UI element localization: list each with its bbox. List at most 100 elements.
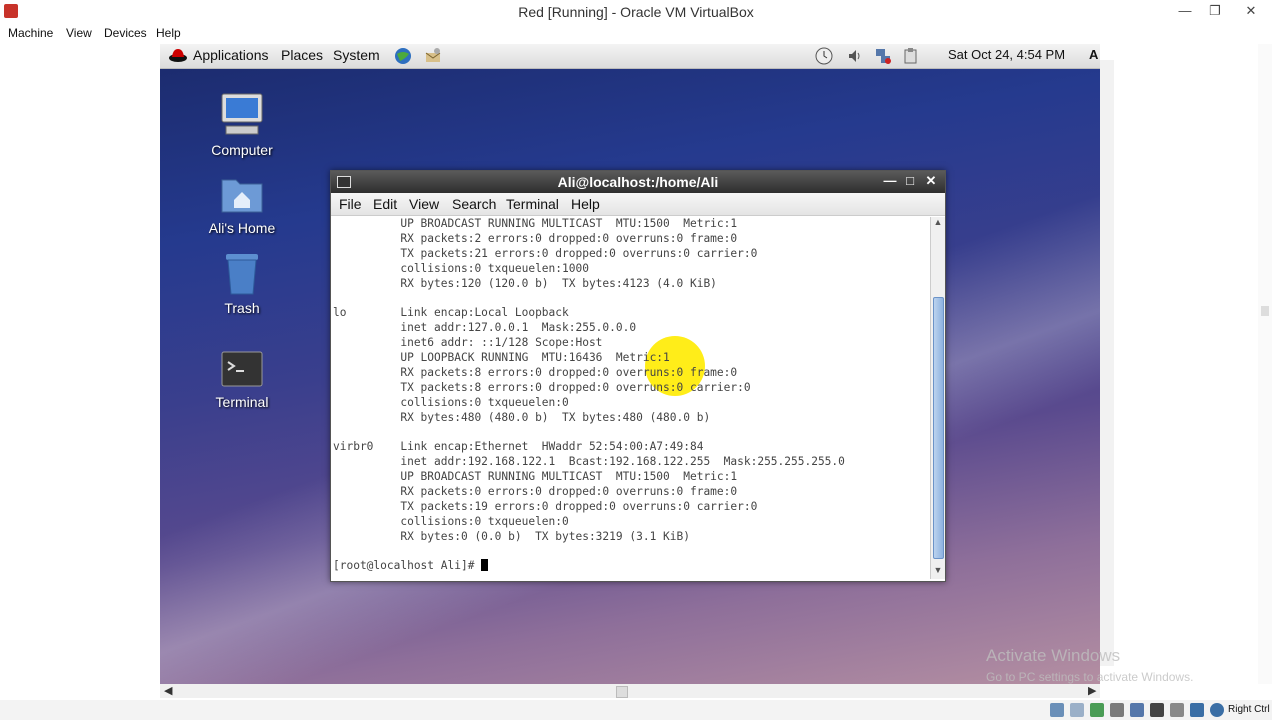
places-menu[interactable]: Places [281, 47, 323, 63]
terminal-line: RX bytes:480 (480.0 b) TX bytes:480 (480… [333, 410, 711, 424]
terminal-line: UP BROADCAST RUNNING MULTICAST MTU:1500 … [333, 217, 738, 230]
restore-button[interactable]: ❐ [1200, 1, 1230, 21]
terminal-menu-edit[interactable]: Edit [373, 196, 397, 212]
keyboard-indicator[interactable]: A [1089, 47, 1098, 62]
minimize-button[interactable]: — [1170, 1, 1200, 21]
terminal-line: RX bytes:0 (0.0 b) TX bytes:3219 (3.1 Ki… [333, 529, 690, 543]
desktop-icon-label: Terminal [215, 394, 269, 410]
mouse-integration-icon[interactable] [1210, 703, 1224, 717]
terminal-title: Ali@localhost:/home/Ali [557, 174, 719, 190]
terminal-menu-search[interactable]: Search [452, 196, 496, 212]
applications-menu[interactable]: Applications [193, 47, 269, 63]
volume-icon[interactable] [846, 47, 864, 65]
menu-view[interactable]: View [66, 26, 92, 40]
activate-watermark-sub: Go to PC settings to activate Windows. [986, 670, 1194, 684]
window-title: Red [Running] - Oracle VM VirtualBox [518, 4, 754, 20]
hard-disk-icon[interactable] [1050, 703, 1064, 717]
host-horizontal-scrollbar[interactable]: ◀ ▶ [160, 684, 1100, 698]
terminal-close-button[interactable]: ✕ [922, 173, 940, 189]
panel-clock[interactable]: Sat Oct 24, 4:54 PM [948, 47, 1065, 62]
recording-icon[interactable] [1170, 703, 1184, 717]
terminal-line: lo Link encap:Local Loopback [333, 306, 569, 320]
terminal-line: TX packets:21 errors:0 dropped:0 overrun… [333, 246, 758, 260]
cpu-icon[interactable] [1190, 703, 1204, 717]
host-menu-bar: Machine View Devices Help [0, 24, 1272, 44]
terminal-line: RX packets:0 errors:0 dropped:0 overruns… [333, 485, 738, 499]
menu-devices[interactable]: Devices [104, 26, 147, 40]
terminal-line: UP LOOPBACK RUNNING MTU:16436 Metric:1 [333, 351, 670, 365]
terminal-prompt: [root@localhost Ali]# [333, 559, 482, 573]
terminal-menu-file[interactable]: File [339, 196, 362, 212]
terminal-menu-terminal[interactable]: Terminal [506, 196, 559, 212]
terminal-line: UP BROADCAST RUNNING MULTICAST MTU:1500 … [333, 470, 738, 484]
terminal-line: RX bytes:120 (120.0 b) TX bytes:4123 (4.… [333, 276, 717, 290]
terminal-line: inet6 addr: ::1/128 Scope:Host [333, 336, 603, 350]
terminal-title-bar[interactable]: Ali@localhost:/home/Ali — □ ✕ [331, 171, 945, 193]
terminal-line: inet addr:127.0.0.1 Mask:255.0.0.0 [333, 321, 637, 335]
desktop-icon-home[interactable]: Ali's Home [192, 172, 292, 236]
terminal-line: collisions:0 txqueuelen:0 [333, 514, 569, 528]
terminal-minimize-button[interactable]: — [881, 173, 899, 188]
hscroll-thumb[interactable] [616, 686, 628, 698]
gnome-top-panel: Applications Places System Sat Oct 24, 4… [160, 44, 1100, 69]
usb-icon[interactable] [1090, 703, 1104, 717]
terminal-line: RX packets:2 errors:0 dropped:0 overruns… [333, 231, 738, 245]
display-icon[interactable] [1150, 703, 1164, 717]
terminal-icon [221, 351, 263, 387]
clipboard-icon[interactable] [902, 47, 920, 65]
scroll-right-arrow-icon[interactable]: ▶ [1088, 684, 1096, 697]
menu-help[interactable]: Help [156, 26, 181, 40]
home-folder-icon [221, 179, 263, 213]
terminal-window[interactable]: Ali@localhost:/home/Ali — □ ✕ File Edit … [330, 170, 946, 582]
desktop-icon-label: Ali's Home [208, 220, 276, 236]
terminal-scrollbar[interactable]: ▲ ▼ [930, 217, 945, 579]
scrollbar-thumb[interactable] [933, 297, 944, 559]
guest-screen[interactable]: Applications Places System Sat Oct 24, 4… [160, 44, 1100, 684]
network-icon[interactable] [874, 47, 892, 65]
desktop-icon-label: Trash [224, 300, 260, 316]
optical-drive-icon[interactable] [1070, 703, 1084, 717]
terminal-line: inet addr:192.168.122.1 Bcast:192.168.12… [333, 455, 845, 469]
shared-folder-icon[interactable] [1110, 703, 1124, 717]
terminal-line: virbr0 Link encap:Ethernet HWaddr 52:54:… [333, 440, 704, 454]
desktop-icon-computer[interactable]: Computer [192, 90, 292, 158]
terminal-line: collisions:0 txqueuelen:1000 [333, 261, 589, 275]
right-scrollbar-thumb[interactable] [1261, 306, 1269, 316]
network-status-icon[interactable] [1130, 703, 1144, 717]
terminal-prompt-line[interactable]: [root@localhost Ali]# [333, 559, 931, 574]
right-scrollbar[interactable] [1258, 44, 1272, 684]
activate-watermark: Activate Windows [986, 646, 1121, 665]
terminal-line: collisions:0 txqueuelen:0 [333, 395, 569, 409]
scroll-down-arrow-icon[interactable]: ▼ [931, 565, 945, 579]
redhat-icon[interactable] [168, 47, 188, 63]
system-menu[interactable]: System [333, 47, 380, 63]
trash-icon [226, 254, 258, 295]
host-title-bar: Red [Running] - Oracle VM VirtualBox — ❐… [0, 0, 1272, 25]
terminal-menu-help[interactable]: Help [571, 196, 600, 212]
desktop-icon-label: Computer [211, 142, 273, 158]
text-cursor [481, 559, 489, 572]
update-clock-icon[interactable] [815, 47, 833, 65]
terminal-line: RX packets:8 errors:0 dropped:0 overruns… [333, 365, 738, 379]
computer-icon [221, 93, 263, 135]
terminal-maximize-button[interactable]: □ [901, 173, 919, 188]
terminal-line: TX packets:8 errors:0 dropped:0 overruns… [333, 380, 751, 394]
mail-icon[interactable] [424, 47, 442, 65]
web-browser-icon[interactable] [394, 47, 412, 65]
desktop-icon-trash[interactable]: Trash [192, 250, 292, 316]
close-button[interactable]: ✕ [1236, 1, 1266, 21]
terminal-menu-view[interactable]: View [409, 196, 439, 212]
menu-machine[interactable]: Machine [8, 26, 53, 40]
terminal-output[interactable]: UP BROADCAST RUNNING MULTICAST MTU:1500 … [331, 217, 931, 579]
host-status-bar: Right Ctrl [0, 700, 1272, 720]
scroll-up-arrow-icon[interactable]: ▲ [931, 217, 945, 231]
scroll-left-arrow-icon[interactable]: ◀ [164, 684, 172, 697]
desktop-icon-terminal[interactable]: Terminal [192, 350, 292, 410]
host-vertical-scrollbar[interactable] [1100, 60, 1114, 666]
host-key-label: Right Ctrl [1228, 704, 1270, 715]
terminal-menu-bar: File Edit View Search Terminal Help [331, 193, 945, 216]
terminal-line: TX packets:19 errors:0 dropped:0 overrun… [333, 499, 758, 513]
